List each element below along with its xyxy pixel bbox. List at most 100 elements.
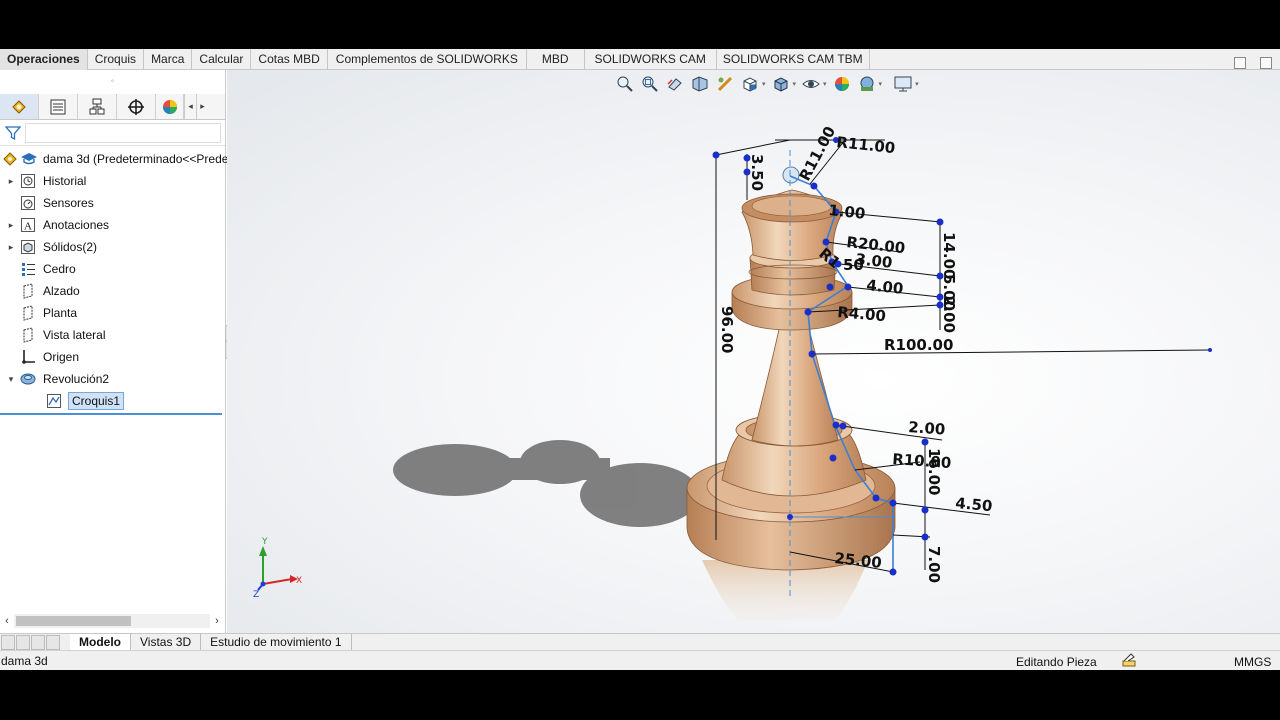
tree-item-label: Origen [43, 350, 80, 364]
display-manager-icon[interactable] [156, 94, 184, 119]
material-icon [18, 261, 38, 277]
origin-icon [18, 349, 38, 365]
triad-z-label: Z [253, 590, 259, 600]
plane-icon [18, 327, 38, 343]
expand-arrow-icon[interactable]: ▸ [4, 176, 18, 187]
rebuild-status-icon[interactable] [1121, 652, 1137, 670]
bottom-tabs-bar: Modelo Vistas 3D Estudio de movimiento 1 [0, 633, 1280, 650]
graphics-viewport[interactable]: ▾ ▾ ▾ ▾ ▾ R11.00 R11.00 3.50 1.00 R20.00… [227, 70, 1280, 633]
history-folder-icon [18, 173, 38, 189]
tab-croquis[interactable]: Croquis [88, 49, 145, 70]
dim-3-50[interactable]: 3.50 [748, 154, 766, 191]
dim-2-00[interactable]: 2.00 [908, 418, 946, 439]
last-tab-nav-icon[interactable] [46, 634, 60, 650]
dim-4-50[interactable]: 4.50 [955, 494, 993, 515]
panel-tab-right-arrow-icon[interactable]: ▸ [196, 94, 208, 119]
queen-stem [751, 324, 839, 447]
tree-item-cedro[interactable]: Cedro [0, 258, 225, 280]
tree-item-label: Sólidos(2) [43, 240, 98, 254]
feature-manager-panel: ◦ ◂ ▸ dama 3d (Predeterminado<<Predeterm… [0, 70, 289, 633]
prev-tab-nav-icon[interactable] [16, 634, 30, 650]
dim-1-00[interactable]: 1.00 [828, 201, 867, 223]
dim-96[interactable]: 96.00 [718, 306, 736, 353]
chess-queen-model: R11.00 R11.00 3.50 1.00 R20.00 3.00 R1 5… [253, 123, 1212, 620]
revolve-icon [18, 371, 38, 387]
panel-horizontal-scrollbar[interactable]: ‹ › [0, 612, 224, 630]
status-mode: Editando Pieza [1016, 655, 1097, 669]
tree-item-alzado[interactable]: Alzado [0, 280, 225, 302]
expand-arrow-icon[interactable]: ▸ [4, 242, 18, 253]
command-manager-tabs: Operaciones Croquis Marca Calcular Cotas… [0, 49, 1280, 70]
tab-solidworks-cam-tbm[interactable]: SOLIDWORKS CAM TBM [717, 49, 870, 70]
configuration-manager-icon[interactable] [78, 94, 117, 119]
tree-item-sensores[interactable]: Sensores [0, 192, 225, 214]
tree-item-anotaciones[interactable]: ▸ A Anotaciones [0, 214, 225, 236]
tab-complementos[interactable]: Complementos de SOLIDWORKS [328, 49, 527, 70]
tree-root-part[interactable]: dama 3d (Predeterminado<<Predeterminado> [0, 148, 289, 170]
tree-item-vista-lateral[interactable]: Vista lateral [0, 324, 225, 346]
feature-manager-icon[interactable] [0, 94, 39, 119]
tab-marca[interactable]: Marca [144, 49, 193, 70]
tree-item-label: Alzado [43, 284, 80, 298]
scroll-track[interactable] [14, 614, 210, 628]
dim-r11-top[interactable]: R11.00 [836, 133, 897, 157]
dim-r100[interactable]: R100.00 [884, 336, 953, 354]
scroll-right-icon[interactable]: › [210, 615, 224, 627]
tree-item-label: Planta [43, 306, 78, 320]
tab-modelo[interactable]: Modelo [70, 634, 131, 650]
collapse-arrow-icon[interactable]: ▾ [4, 374, 18, 385]
sketch-icon [44, 393, 64, 409]
restore-left-icon[interactable] [1234, 57, 1246, 69]
panel-tab-left-arrow-icon[interactable]: ◂ [184, 94, 196, 119]
dim-50[interactable]: 50 [843, 256, 864, 274]
panel-tabs: ◂ ▸ [0, 94, 225, 120]
tab-operaciones[interactable]: Operaciones [0, 49, 88, 70]
dimxpert-manager-icon[interactable] [117, 94, 156, 119]
tab-mbd[interactable]: MBD [527, 49, 585, 70]
tree-item-label: Cedro [43, 262, 76, 276]
tree-item-revolucion2[interactable]: ▾ Revolución2 [0, 368, 225, 390]
dim-r4[interactable]: R4.00 [837, 303, 887, 325]
tab-estudio-movimiento[interactable]: Estudio de movimiento 1 [201, 634, 352, 650]
display-state-icon [20, 151, 38, 167]
triad-x-label: X [296, 576, 302, 586]
annotations-icon: A [18, 217, 38, 233]
scroll-thumb[interactable] [16, 616, 131, 626]
tree-item-origen[interactable]: Origen [0, 346, 225, 368]
filter-icon[interactable] [5, 125, 21, 141]
tree-item-croquis1[interactable]: Croquis1 [0, 390, 225, 412]
rollback-bar[interactable] [0, 413, 222, 415]
part-icon [2, 151, 18, 167]
dim-4-00[interactable]: 4.00 [866, 276, 905, 298]
tab-solidworks-cam[interactable]: SOLIDWORKS CAM [585, 49, 717, 70]
panel-grip[interactable]: ◦ [0, 70, 225, 94]
plane-icon [18, 305, 38, 321]
window-restore-buttons [1234, 57, 1272, 69]
status-document-name: dama 3d [1, 654, 48, 668]
status-units[interactable]: MMGS [1234, 655, 1271, 669]
dim-7[interactable]: 7.00 [925, 546, 943, 583]
tab-cotas-mbd[interactable]: Cotas MBD [251, 49, 328, 70]
triad-y-label: Y [261, 537, 268, 547]
tree-item-label: Revolución2 [43, 372, 110, 386]
tree-filter-input[interactable] [25, 122, 221, 143]
next-tab-nav-icon[interactable] [31, 634, 45, 650]
tree-item-solidos[interactable]: ▸ Sólidos(2) [0, 236, 225, 258]
property-manager-icon[interactable] [39, 94, 78, 119]
dim-2-00-vertical[interactable]: 2.00 [940, 296, 958, 333]
expand-arrow-icon[interactable]: ▸ [4, 220, 18, 231]
model-shadow [393, 440, 700, 527]
tab-vistas-3d[interactable]: Vistas 3D [131, 634, 202, 650]
dim-16[interactable]: 16.00 [925, 448, 943, 495]
tab-calcular[interactable]: Calcular [192, 49, 252, 70]
tree-item-historial[interactable]: ▸ Historial [0, 170, 225, 192]
tree-item-planta[interactable]: Planta [0, 302, 225, 324]
reference-triad: Y X Z [253, 537, 302, 600]
scroll-left-icon[interactable]: ‹ [0, 615, 14, 627]
plane-icon [18, 283, 38, 299]
solid-bodies-icon [18, 239, 38, 255]
first-tab-nav-icon[interactable] [1, 634, 15, 650]
restore-right-icon[interactable] [1260, 57, 1272, 69]
svg-text:A: A [24, 221, 32, 233]
dim-14[interactable]: 14.00 [940, 232, 958, 279]
